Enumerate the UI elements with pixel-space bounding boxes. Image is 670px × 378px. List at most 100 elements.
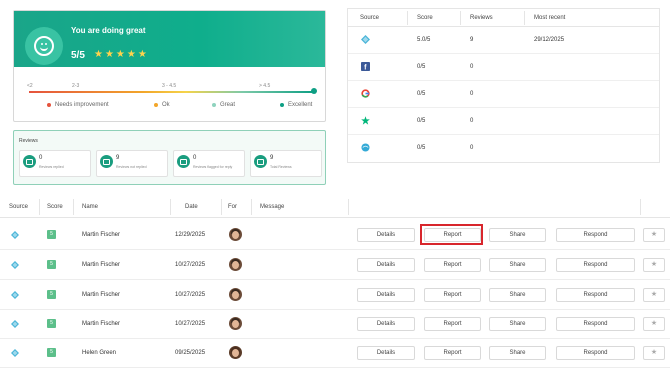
review-date: 10/27/2025 <box>175 262 206 268</box>
rating-stars: ★★★★★ <box>94 49 149 60</box>
column-header: Reviews <box>470 15 493 21</box>
respond-button[interactable]: Respond <box>556 317 635 331</box>
stat-label: Reviews flagged for reply <box>193 165 233 169</box>
review-date: 12/29/2025 <box>175 232 206 238</box>
source-reviews: 0 <box>470 145 474 151</box>
message-icon <box>100 155 113 168</box>
source-score: 0/5 <box>417 91 426 97</box>
legend-item: Needs improvement <box>47 102 109 108</box>
column-header: Name <box>82 204 99 210</box>
details-button[interactable]: Details <box>357 288 415 302</box>
column-header: Date <box>185 204 198 210</box>
source-reviews: 0 <box>470 64 474 70</box>
stat-label: Reviews replied <box>39 165 64 169</box>
avatar <box>229 346 242 359</box>
scale-tick: <2 <box>27 83 33 89</box>
score-badge: 5 <box>47 319 56 328</box>
share-button[interactable]: Share <box>489 317 546 331</box>
details-button[interactable]: Details <box>357 228 415 242</box>
stat-value: 9 <box>270 155 274 161</box>
stat-value: 0 <box>39 155 43 161</box>
message-icon <box>254 155 267 168</box>
star-icon[interactable]: ★ <box>643 346 665 360</box>
reviews-stats-title: Reviews <box>19 138 38 144</box>
google-icon <box>361 89 370 98</box>
source-table: Source Score Reviews Most recent 5.0/5 9… <box>347 8 660 163</box>
stat-card: 9 Reviews not replied <box>96 150 168 177</box>
respond-button[interactable]: Respond <box>556 346 635 360</box>
source-score: 0/5 <box>417 145 426 151</box>
reviews-stats: Reviews 0 Reviews replied 9 Reviews not … <box>13 130 326 185</box>
source-row: 0/5 0 <box>348 81 659 108</box>
star-icon[interactable]: ★ <box>643 288 665 302</box>
reviewer-name: Martin Fischer <box>82 232 121 238</box>
stat-label: Total Reviews <box>270 165 292 169</box>
review-row: 5 Martin Fischer 10/27/2025 Details Repo… <box>0 280 670 310</box>
column-header: Score <box>417 15 433 21</box>
score-badge: 5 <box>47 290 56 299</box>
source-reviews: 0 <box>470 91 474 97</box>
source-row: 5.0/5 9 29/12/2025 <box>348 27 659 54</box>
column-header: Source <box>360 15 380 21</box>
scale-bar <box>29 91 314 93</box>
review-row: 5 Martin Fischer 10/27/2025 Details Repo… <box>0 250 670 280</box>
reviewer-name: Martin Fischer <box>82 321 121 327</box>
column-header: Source <box>9 204 29 210</box>
source-score: 0/5 <box>417 118 426 124</box>
avatar <box>229 258 242 271</box>
source-row: f 0/5 0 <box>348 54 659 81</box>
share-button[interactable]: Share <box>489 228 546 242</box>
report-button[interactable]: Report <box>424 317 481 331</box>
legend-item: Excellent <box>280 102 312 108</box>
review-date: 10/27/2025 <box>175 321 206 327</box>
reviewer-name: Martin Fischer <box>82 262 121 268</box>
details-button[interactable]: Details <box>357 317 415 331</box>
share-button[interactable]: Share <box>489 288 546 302</box>
details-button[interactable]: Details <box>357 258 415 272</box>
summary-score: 5/5 <box>71 50 85 61</box>
score-badge: 5 <box>47 260 56 269</box>
report-button[interactable]: Report <box>424 288 481 302</box>
respond-button[interactable]: Respond <box>556 228 635 242</box>
scale-tick: 2-3 <box>72 83 80 89</box>
review-row: 5 Martin Fischer 10/27/2025 Details Repo… <box>0 309 670 339</box>
facebook-icon: f <box>361 62 370 71</box>
column-header: Score <box>47 204 63 210</box>
star-icon[interactable]: ★ <box>643 258 665 272</box>
share-button[interactable]: Share <box>489 346 546 360</box>
source-reviews: 9 <box>470 37 474 43</box>
reviewer-name: Martin Fischer <box>82 292 121 298</box>
column-header: Most recent <box>534 15 566 21</box>
source-score: 5.0/5 <box>417 37 431 43</box>
respond-button[interactable]: Respond <box>556 258 635 272</box>
avatar <box>229 317 242 330</box>
star-icon[interactable]: ★ <box>643 317 665 331</box>
diamond-icon <box>11 231 19 239</box>
source-recent: 29/12/2025 <box>534 37 565 43</box>
report-highlight <box>420 224 483 245</box>
score-badge: 5 <box>47 230 56 239</box>
score-badge: 5 <box>47 348 56 357</box>
legend-item: Great <box>212 102 235 108</box>
source-score: 0/5 <box>417 64 426 70</box>
source-table-header: Source Score Reviews Most recent <box>348 9 659 27</box>
share-button[interactable]: Share <box>489 258 546 272</box>
scale-tick: 3 - 4.5 <box>162 83 177 89</box>
avatar <box>229 228 242 241</box>
report-button[interactable]: Report <box>424 346 481 360</box>
star-icon[interactable]: ★ <box>643 228 665 242</box>
details-button[interactable]: Details <box>357 346 415 360</box>
respond-button[interactable]: Respond <box>556 288 635 302</box>
trustpilot-icon <box>361 116 370 125</box>
review-date: 09/25/2025 <box>175 350 206 356</box>
diamond-icon <box>11 349 19 357</box>
column-header: For <box>228 204 237 210</box>
review-row: 5 Helen Green 09/25/2025 Details Report … <box>0 338 670 368</box>
report-button[interactable]: Report <box>424 258 481 272</box>
diamond-icon <box>11 261 19 269</box>
score-header: You are doing great 5/5 ★★★★★ <box>14 11 325 67</box>
globe-icon <box>361 143 370 152</box>
scale-marker <box>311 88 317 94</box>
source-row: 0/5 0 <box>348 108 659 135</box>
column-header: Message <box>260 204 285 210</box>
